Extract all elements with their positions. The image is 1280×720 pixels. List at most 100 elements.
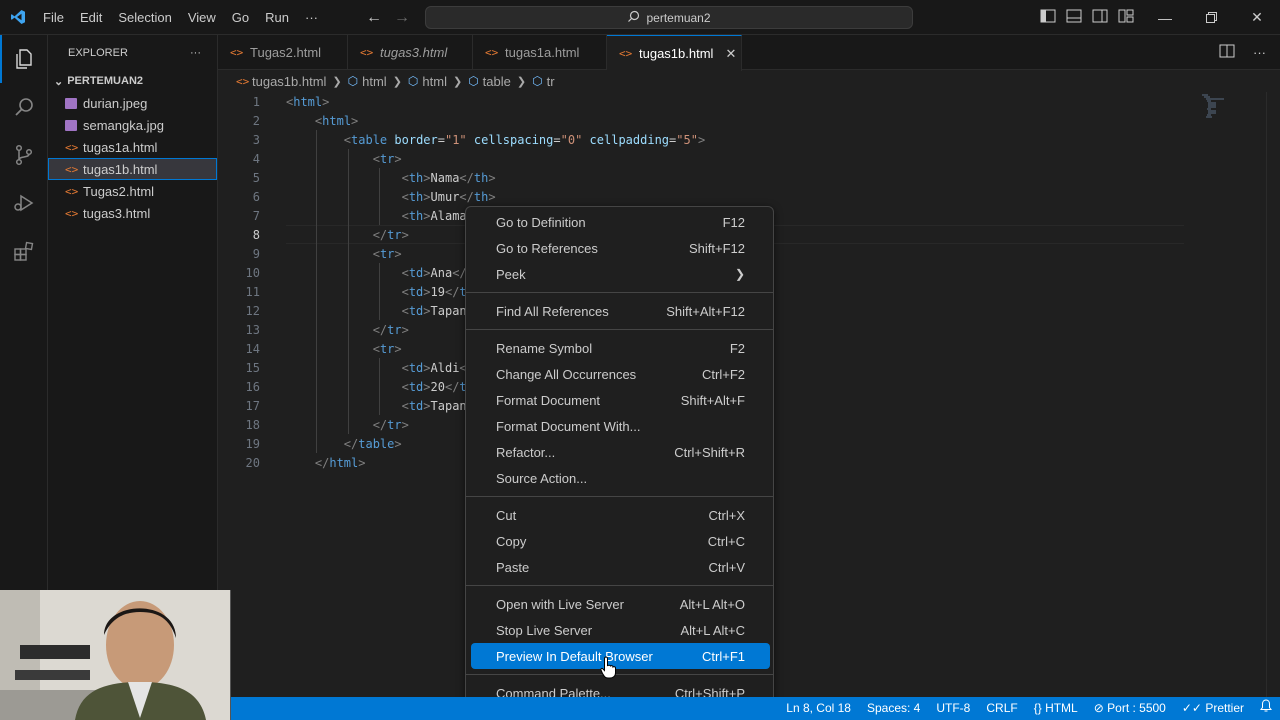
cursor-position[interactable]: Ln 8, Col 18 [778, 697, 859, 720]
symbol-icon: ⬡ [347, 74, 359, 88]
file-item[interactable]: <> tugas3.html [48, 202, 217, 224]
close-window-icon[interactable]: ✕ [1234, 0, 1280, 35]
file-item[interactable]: <> tugas1b.html [48, 158, 217, 180]
line-number: 16 [245, 379, 260, 394]
extensions-icon[interactable] [0, 227, 48, 275]
symbol-icon: ⬡ [468, 74, 479, 88]
double-check-icon: ✓✓ [1181, 701, 1202, 715]
editor-tab[interactable]: <> Tugas2.html [218, 35, 348, 70]
line-number: 8 [252, 227, 260, 242]
chevron-right-icon: ❯ [332, 75, 342, 88]
html-file-icon: <> [65, 162, 79, 176]
context-menu-item[interactable]: Preview In Default Browser Ctrl+F1 [471, 643, 770, 669]
file-item[interactable]: <> tugas1a.html [48, 136, 217, 158]
search-sidebar-icon[interactable] [0, 83, 48, 131]
explorer-icon[interactable] [0, 35, 48, 83]
run-debug-icon[interactable] [0, 179, 48, 227]
code-line[interactable]: 1 <html> [218, 92, 1280, 111]
code-text: <tr> [372, 341, 402, 356]
notifications-bell-icon[interactable] [1252, 697, 1280, 720]
back-arrow-icon[interactable]: ← [366, 9, 382, 27]
context-menu-item[interactable]: Paste Ctrl+V [471, 554, 770, 580]
close-icon[interactable]: ✕ [725, 46, 736, 62]
context-menu-item[interactable]: Source Action... [471, 465, 770, 491]
context-menu-item[interactable]: Go to References Shift+F12 [471, 235, 770, 261]
menu-item-shortcut: Ctrl+F2 [702, 366, 745, 382]
workspace-folder[interactable]: ⌄ PERTEMUAN2 [48, 70, 217, 92]
file-item[interactable]: durian.jpeg [48, 92, 217, 114]
line-number: 7 [252, 208, 260, 223]
breadcrumb-item[interactable]: html [422, 74, 447, 89]
symbol-icon: ⬡ [532, 74, 543, 88]
code-text: <th>Nama</th> [401, 170, 496, 185]
context-menu-item[interactable]: Format Document Shift+Alt+F [471, 387, 770, 413]
minimize-icon[interactable]: — [1142, 0, 1188, 35]
menu-item[interactable]: Run [257, 0, 297, 35]
editor-tab[interactable]: <> tugas1b.html ✕ [607, 35, 742, 71]
indentation[interactable]: Spaces: 4 [859, 697, 928, 720]
code-line[interactable]: 4 <tr> [218, 149, 1280, 168]
breadcrumb-item[interactable]: table [483, 74, 511, 89]
code-line[interactable]: 5 <th>Nama</th> [218, 168, 1280, 187]
code-text: <table border="1" cellspacing="0" cellpa… [343, 132, 706, 147]
chevron-right-icon: ❯ [452, 75, 463, 88]
code-line[interactable]: 3 <table border="1" cellspacing="0" cell… [218, 130, 1280, 149]
menu-item-shortcut: Ctrl+Shift+R [674, 444, 745, 460]
context-menu-item[interactable]: Find All References Shift+Alt+F12 [471, 298, 770, 324]
toggle-primary-sidebar-icon[interactable] [1040, 9, 1056, 26]
toggle-secondary-sidebar-icon[interactable] [1092, 9, 1108, 26]
more-actions-icon[interactable]: ··· [190, 47, 201, 59]
file-item[interactable]: semangka.jpg [48, 114, 217, 136]
code-text: </html> [314, 455, 366, 470]
no-entry-icon: ⊘ [1093, 701, 1104, 715]
chevron-right-icon: ❯ [734, 267, 745, 281]
context-menu-item[interactable]: Change All Occurrences Ctrl+F2 [471, 361, 770, 387]
context-menu-item[interactable]: Cut Ctrl+X [471, 502, 770, 528]
prettier-status[interactable]: ✓✓ Prettier [1174, 697, 1252, 720]
menu-item-shortcut: Ctrl+X [708, 507, 745, 523]
context-menu-item[interactable]: Open with Live Server Alt+L Alt+O [471, 591, 770, 617]
breadcrumb-item[interactable]: html [362, 74, 387, 89]
code-line[interactable]: 2 <html> [218, 111, 1280, 130]
menu-item[interactable]: Edit [72, 0, 110, 35]
context-menu-item[interactable]: Format Document With... [471, 413, 770, 439]
tab-list: <> Tugas2.html <> tugas3.html <> tugas1a.html… [218, 35, 742, 71]
menu-item-shortcut: Alt+L Alt+O [679, 596, 745, 612]
context-menu-item[interactable]: Refactor... Ctrl+Shift+R [471, 439, 770, 465]
context-menu-item[interactable]: Rename Symbol F2 [471, 335, 770, 361]
breadcrumb-item[interactable]: tr [547, 74, 555, 89]
context-menu-item[interactable]: Go to Definition F12 [471, 209, 770, 235]
context-menu-item[interactable]: Peek ❯ [471, 261, 770, 287]
menu-item[interactable]: ··· [297, 0, 326, 35]
context-menu-item[interactable]: Copy Ctrl+C [471, 528, 770, 554]
file-name: durian.jpeg [83, 95, 148, 111]
restore-icon[interactable] [1188, 0, 1234, 35]
menu-item[interactable]: View [180, 0, 224, 35]
editor-tab[interactable]: <> tugas1a.html [473, 35, 607, 70]
toggle-panel-icon[interactable] [1066, 9, 1082, 26]
forward-arrow-icon[interactable]: → [394, 9, 410, 27]
encoding[interactable]: UTF-8 [928, 697, 978, 720]
command-center-search[interactable]: pertemuan2 [425, 6, 913, 29]
menu-item-shortcut: Shift+F12 [688, 240, 745, 256]
braces-icon: {} [1033, 701, 1042, 715]
html-file-icon: <> [65, 140, 79, 154]
menu-item[interactable]: Go [224, 0, 257, 35]
editor-tab[interactable]: <> tugas3.html [348, 35, 473, 70]
menu-item[interactable]: File [35, 0, 72, 35]
source-control-icon[interactable] [0, 131, 48, 179]
breadcrumb-item[interactable]: tugas1b.html [252, 74, 326, 89]
line-ending[interactable]: CRLF [978, 697, 1025, 720]
menu-bar: File Edit Selection View Go Run ··· [35, 0, 326, 35]
html-file-icon: <> [236, 74, 250, 88]
html-file-icon: <> [65, 206, 79, 220]
menu-item[interactable]: Selection [110, 0, 179, 35]
code-line[interactable]: 6 <th>Umur</th> [218, 187, 1280, 206]
live-server-port[interactable]: ⊘ Port : 5500 [1086, 697, 1174, 720]
context-menu-item[interactable]: Stop Live Server Alt+L Alt+C [471, 617, 770, 643]
customize-layout-icon[interactable] [1118, 9, 1134, 26]
file-item[interactable]: <> Tugas2.html [48, 180, 217, 202]
more-actions-icon[interactable]: ··· [1253, 45, 1266, 60]
language-mode[interactable]: {} HTML [1026, 697, 1086, 720]
split-editor-icon[interactable] [1219, 44, 1235, 61]
